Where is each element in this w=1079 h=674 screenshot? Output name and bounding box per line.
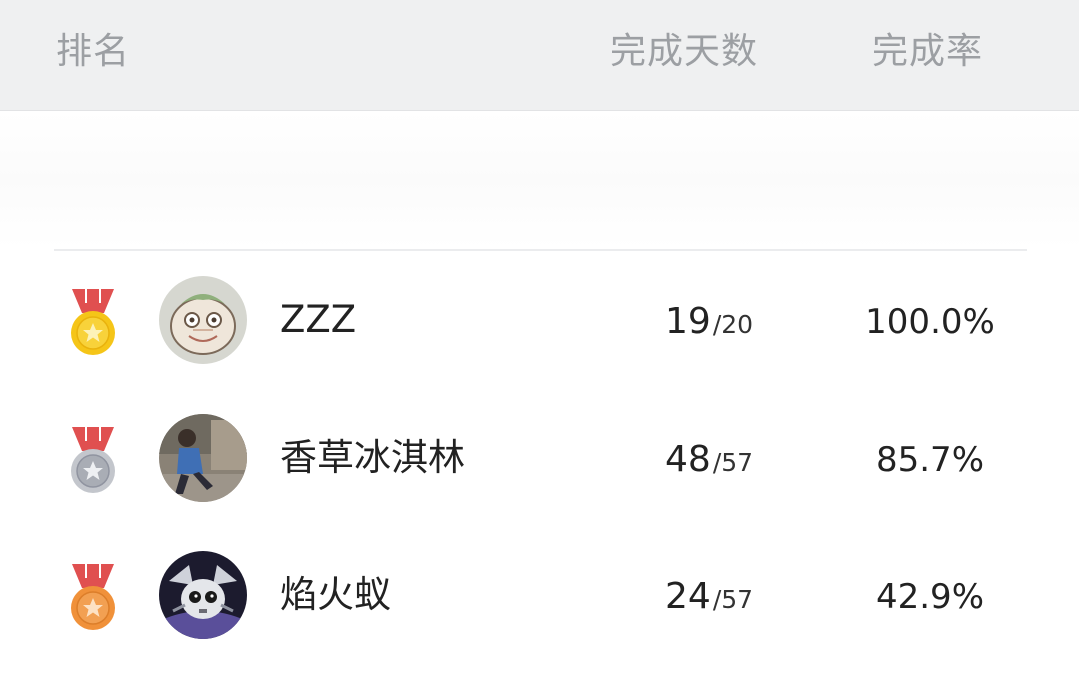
completed-days: 48/57 [665, 435, 753, 491]
completion-rate: 42.9% [875, 577, 984, 617]
leaderboard-page: 排名 完成天数 完成率 ZZZ 19/20 100.0% 香草冰淇林 48/57… [0, 0, 1079, 674]
leaderboard-header: 排名 完成天数 完成率 [0, 0, 1079, 111]
rank-column-header: 排名 [56, 31, 131, 72]
completed-days: 24/57 [665, 572, 753, 628]
days-done: 24 [665, 576, 711, 617]
leaderboard-row[interactable]: ZZZ 19/20 100.0% [0, 251, 1079, 389]
completed-days: 19/20 [665, 297, 753, 353]
days-separator: / [712, 585, 722, 614]
days-total: 57 [721, 448, 754, 477]
days-done: 48 [665, 439, 711, 480]
completion-rate: 100.0% [865, 302, 995, 342]
leaderboard-row[interactable]: 焰火蚁 24/57 42.9% [0, 526, 1079, 664]
avatar[interactable] [159, 414, 247, 502]
user-name: 焰火蚁 [280, 573, 391, 616]
user-name: 香草冰淇林 [280, 436, 465, 479]
gold-medal-icon [68, 289, 118, 355]
completion-rate-column-header: 完成率 [872, 31, 984, 72]
empty-banner-area [0, 111, 1079, 249]
completed-days-column-header: 完成天数 [610, 31, 759, 72]
completion-rate: 85.7% [875, 440, 984, 480]
days-separator: / [712, 310, 722, 339]
silver-medal-icon [68, 427, 118, 493]
avatar[interactable] [159, 276, 247, 364]
days-separator: / [712, 448, 722, 477]
days-total: 20 [721, 310, 754, 339]
avatar[interactable] [159, 551, 247, 639]
user-name: ZZZ [280, 298, 357, 341]
bronze-medal-icon [68, 564, 118, 630]
days-total: 57 [721, 585, 754, 614]
leaderboard-row[interactable]: 香草冰淇林 48/57 85.7% [0, 389, 1079, 527]
days-done: 19 [665, 301, 711, 342]
